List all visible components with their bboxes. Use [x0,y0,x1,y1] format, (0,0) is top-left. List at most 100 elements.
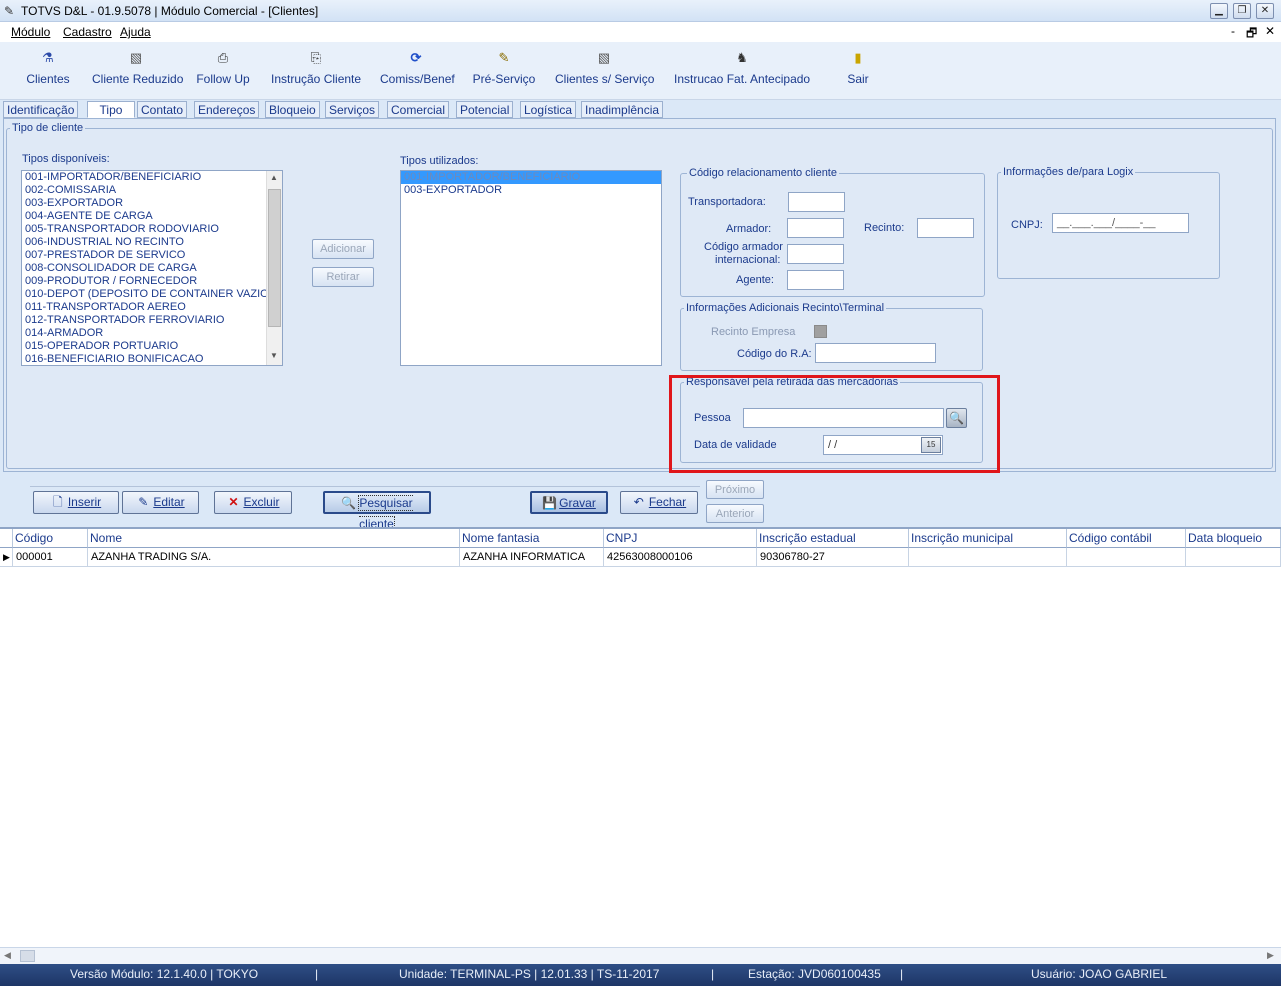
tab-logistica[interactable]: Logística [520,101,577,118]
proximo-button[interactable]: Próximo [706,480,764,499]
table-cell[interactable]: 000001 [13,548,88,567]
list-item[interactable]: 008-CONSOLIDADOR DE CARGA [22,262,282,275]
column-header-codigo-contabil[interactable]: Código contábil [1067,529,1186,548]
tipos-utilizados-list[interactable]: 001-IMPORTADOR/BENEFICIARIO 003-EXPORTAD… [400,170,662,366]
menu-cadastro[interactable]: Cadastro [63,25,112,39]
editar-button[interactable]: ✎ Editar [122,491,199,514]
list-item[interactable]: 001-IMPORTADOR/BENEFICIARIO [22,171,282,184]
gravar-button[interactable]: 💾 Gravar [530,491,608,514]
list-item[interactable]: 003-EXPORTADOR [22,197,282,210]
transportadora-input[interactable] [788,192,845,212]
table-cell[interactable] [909,548,1067,567]
menu-modulo[interactable]: Módulo [11,25,50,39]
logix-cnpj-input[interactable]: __.___.___/____-__ [1052,213,1189,233]
tab-potencial[interactable]: Potencial [456,101,514,118]
column-header-inscricao-estadual[interactable]: Inscrição estadual [757,529,909,548]
menu-ajuda[interactable]: Ajuda [120,25,151,39]
scroll-thumb[interactable] [268,189,281,327]
excluir-button[interactable]: ✕ Excluir [214,491,292,514]
scroll-down-icon[interactable]: ▼ [270,351,278,360]
list-item[interactable]: 005-TRANSPORTADOR RODOVIARIO [22,223,282,236]
list-item[interactable]: 016-BENEFICIARIO BONIFICACAO [22,353,282,365]
list-item[interactable]: 011-TRANSPORTADOR AEREO [22,301,282,314]
logix-cnpj-label: CNPJ: [1011,219,1043,231]
toolbar-instrucao-fat-antecipado[interactable]: ♞ Instrucao Fat. Antecipado [674,50,810,94]
table-cell[interactable]: 90306780-27 [757,548,909,567]
toolbar-clientes[interactable]: ⚗ Clientes [22,50,74,94]
adicionar-button[interactable]: Adicionar [312,239,374,259]
tipos-utilizados-label: Tipos utilizados: [400,155,479,167]
scroll-left-icon[interactable]: ◀ [4,950,11,961]
table-cell[interactable]: AZANHA TRADING S/A. [88,548,460,567]
toolbar-label: Clientes s/ Serviço [555,72,655,86]
list-item-selected[interactable]: 001-IMPORTADOR/BENEFICIARIO [401,171,661,184]
scroll-thumb[interactable] [20,950,35,962]
agente-input[interactable] [787,270,844,290]
table-cell[interactable] [1186,548,1281,567]
new-document-icon: 🗋 [53,495,63,509]
toolbar-sair[interactable]: ▮ Sair [843,50,873,94]
toolbar-comiss-benef[interactable]: ⟳ Comiss/Benef [380,50,455,94]
status-usuario: Usuário: JOAO GABRIEL [1031,967,1168,981]
column-header-inscricao-municipal[interactable]: Inscrição municipal [909,529,1067,548]
toolbar-cliente-reduzido[interactable]: ▧ Cliente Reduzido [92,50,183,94]
list-item[interactable]: 004-AGENTE DE CARGA [22,210,282,223]
inserir-button[interactable]: 🗋 Inserir [33,491,119,514]
toolbar-instrucao-cliente[interactable]: ⎘ Instrução Cliente [271,50,361,94]
column-header-nome[interactable]: Nome [88,529,460,548]
toolbar-label: Pré-Serviço [472,72,536,86]
mdi-close-button[interactable]: ✕ [1265,24,1275,38]
column-header-codigo[interactable]: Código [13,529,88,548]
tab-tipo[interactable]: Tipo [87,101,135,118]
list-item[interactable]: 015-OPERADOR PORTUARIO [22,340,282,353]
tipos-disponiveis-list[interactable]: 001-IMPORTADOR/BENEFICIARIO 002-COMISSAR… [21,170,283,366]
restore-button[interactable]: ❐ [1233,3,1251,19]
tab-bloqueio[interactable]: Bloqueio [265,101,320,118]
tab-identificacao[interactable]: Identificação [3,101,79,118]
list-item[interactable]: 009-PRODUTOR / FORNECEDOR [22,275,282,288]
toolbar-pre-servico[interactable]: ✎ Pré-Serviço [472,50,536,94]
mdi-minimize-button[interactable]: - [1231,24,1235,38]
anterior-button[interactable]: Anterior [706,504,764,523]
recinto-input[interactable] [917,218,974,238]
toolbar-follow-up[interactable]: ⎙ Follow Up [196,50,250,94]
tab-inadimplencia[interactable]: Inadimplência [581,101,664,118]
tipos-disponiveis-label: Tipos disponíveis: [22,153,110,165]
tab-contato[interactable]: Contato [137,101,188,118]
fechar-button[interactable]: ↶ Fechar [620,491,698,514]
table-cell[interactable]: 42563008000106 [604,548,757,567]
grid-horizontal-scrollbar[interactable]: ◀ ▶ [0,947,1281,964]
retirar-button[interactable]: Retirar [312,267,374,287]
codigo-armador-input[interactable] [787,244,844,264]
table-cell[interactable] [1067,548,1186,567]
gravar-label: Gravar [559,496,596,510]
list-item[interactable]: 012-TRANSPORTADOR FERROVIARIO [22,314,282,327]
column-header-data-bloqueio[interactable]: Data bloqueio [1186,529,1281,548]
list-item[interactable]: 007-PRESTADOR DE SERVICO [22,249,282,262]
scroll-up-icon[interactable]: ▲ [270,173,278,182]
toolbar-label: Comiss/Benef [380,72,455,86]
list-item[interactable]: 014-ARMADOR [22,327,282,340]
table-cell[interactable]: AZANHA INFORMATICA [460,548,604,567]
tab-comercial[interactable]: Comercial [387,101,450,118]
recinto-empresa-checkbox[interactable] [814,325,827,338]
pesquisar-cliente-button[interactable]: 🔍 Pesquisar cliente [323,491,431,532]
status-unidade: Unidade: TERMINAL-PS | 12.01.33 | TS-11-… [399,967,660,981]
tab-enderecos[interactable]: Endereços [194,101,260,118]
codigo-ra-input[interactable] [815,343,936,363]
list-item[interactable]: 003-EXPORTADOR [401,184,661,197]
toolbar-clientes-sem-servico[interactable]: ▧ Clientes s/ Serviço [555,50,655,94]
list-item[interactable]: 006-INDUSTRIAL NO RECINTO [22,236,282,249]
close-button[interactable]: ✕ [1256,3,1274,19]
tab-servicos[interactable]: Serviços [325,101,380,118]
column-header-nome-fantasia[interactable]: Nome fantasia [460,529,604,548]
minimize-button[interactable]: ▁ [1210,3,1228,19]
column-header-cnpj[interactable]: CNPJ [604,529,757,548]
status-bar: Versão Módulo: 12.1.40.0 | TOKYO | Unida… [0,964,1281,986]
tipo-cliente-legend: Tipo de cliente [10,122,86,134]
scroll-right-icon[interactable]: ▶ [1267,950,1274,961]
list-item[interactable]: 010-DEPOT (DEPOSITO DE CONTAINER VAZIO) [22,288,282,301]
armador-input[interactable] [787,218,844,238]
list-scrollbar[interactable]: ▲ ▼ [266,171,282,365]
list-item[interactable]: 002-COMISSARIA [22,184,282,197]
